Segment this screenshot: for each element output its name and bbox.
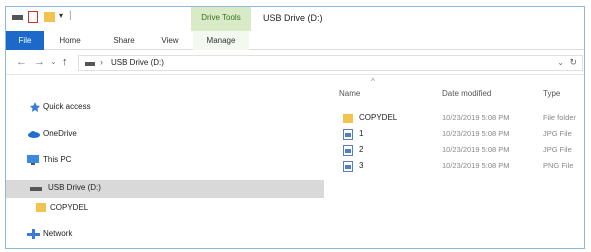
- navigation-pane: Quick access OneDrive This PC USB Drive …: [6, 75, 324, 248]
- up-arrow-icon[interactable]: ↑: [62, 56, 68, 68]
- file-date: 10/23/2019 5:08 PM: [442, 113, 510, 122]
- file-type: JPG File: [543, 145, 572, 154]
- image-file-icon: [343, 161, 353, 172]
- usb-drive-icon: [85, 62, 95, 66]
- file-name: 1: [359, 129, 364, 138]
- address-bar[interactable]: › USB Drive (D:) ⌄ ↻: [78, 55, 583, 71]
- computer-icon: [27, 155, 39, 165]
- column-header-name[interactable]: Name: [339, 89, 360, 98]
- nav-item-network[interactable]: Network: [6, 226, 324, 244]
- file-name: COPYDEL: [359, 113, 398, 122]
- file-type: PNG File: [543, 161, 574, 170]
- new-folder-icon[interactable]: [44, 12, 55, 22]
- file-row[interactable]: 2 10/23/2019 5:08 PM JPG File: [336, 143, 584, 158]
- tab-view[interactable]: View: [152, 31, 188, 50]
- nav-item-quick-access[interactable]: Quick access: [6, 99, 324, 117]
- nav-label: OneDrive: [43, 129, 77, 138]
- nav-item-onedrive[interactable]: OneDrive: [6, 126, 324, 144]
- file-name: 3: [359, 161, 364, 170]
- nav-label: This PC: [43, 155, 72, 164]
- file-type: File folder: [543, 113, 576, 122]
- file-row[interactable]: COPYDEL 10/23/2019 5:08 PM File folder: [336, 111, 584, 126]
- file-date: 10/23/2019 5:08 PM: [442, 129, 510, 138]
- usb-drive-icon: [30, 187, 42, 191]
- column-header-date-modified[interactable]: Date modified: [442, 89, 491, 98]
- refresh-icon[interactable]: ↻: [569, 57, 577, 68]
- breadcrumb-path[interactable]: USB Drive (D:): [111, 58, 164, 67]
- tab-file[interactable]: File: [6, 31, 44, 50]
- address-row: ← → ⌄ ↑ › USB Drive (D:) ⌄ ↻: [6, 51, 584, 75]
- folder-icon: [36, 203, 46, 212]
- nav-item-this-pc[interactable]: This PC: [6, 152, 324, 170]
- address-dropdown-chevron-icon[interactable]: ⌄: [557, 58, 564, 67]
- customize-toolbar-chevron-icon[interactable]: ▾: [59, 11, 63, 23]
- image-file-icon: [343, 129, 353, 140]
- breadcrumb-separator: ›: [100, 57, 103, 67]
- explorer-window: ▾ | Drive Tools USB Drive (D:) File Home…: [5, 6, 585, 249]
- properties-icon[interactable]: [28, 11, 38, 23]
- recent-locations-chevron-icon[interactable]: ⌄: [50, 57, 57, 66]
- column-header-type[interactable]: Type: [543, 89, 560, 98]
- drive-icon: [12, 15, 23, 20]
- file-row[interactable]: 1 10/23/2019 5:08 PM JPG File: [336, 127, 584, 142]
- nav-label: COPYDEL: [50, 203, 89, 212]
- drive-tools-context-label: Drive Tools: [191, 7, 251, 31]
- file-date: 10/23/2019 5:08 PM: [442, 161, 510, 170]
- file-date: 10/23/2019 5:08 PM: [442, 145, 510, 154]
- toolbar-separator: |: [69, 10, 72, 21]
- network-icon: [27, 229, 40, 239]
- image-file-icon: [343, 145, 353, 156]
- ribbon-tabs: File Home Share View Manage: [6, 31, 584, 50]
- nav-item-usb-drive[interactable]: USB Drive (D:): [6, 180, 324, 198]
- window-title: USB Drive (D:): [263, 13, 323, 23]
- nav-label: Quick access: [43, 102, 91, 111]
- tab-home[interactable]: Home: [50, 31, 90, 50]
- cloud-icon: [28, 131, 40, 138]
- back-arrow-icon[interactable]: ←: [16, 56, 27, 68]
- file-row[interactable]: 3 10/23/2019 5:08 PM PNG File: [336, 159, 584, 174]
- tab-share[interactable]: Share: [104, 31, 144, 50]
- folder-icon: [343, 114, 353, 123]
- nav-label: Network: [43, 229, 73, 238]
- forward-arrow-icon[interactable]: →: [34, 56, 45, 68]
- nav-label: USB Drive (D:): [48, 183, 101, 192]
- file-type: JPG File: [543, 129, 572, 138]
- title-bar: ▾ | Drive Tools USB Drive (D:): [6, 7, 584, 31]
- nav-item-copydel[interactable]: COPYDEL: [6, 200, 324, 218]
- sort-indicator-icon: ^: [371, 77, 375, 86]
- file-name: 2: [359, 145, 364, 154]
- tab-manage[interactable]: Manage: [193, 31, 249, 50]
- pin-icon: [30, 102, 40, 112]
